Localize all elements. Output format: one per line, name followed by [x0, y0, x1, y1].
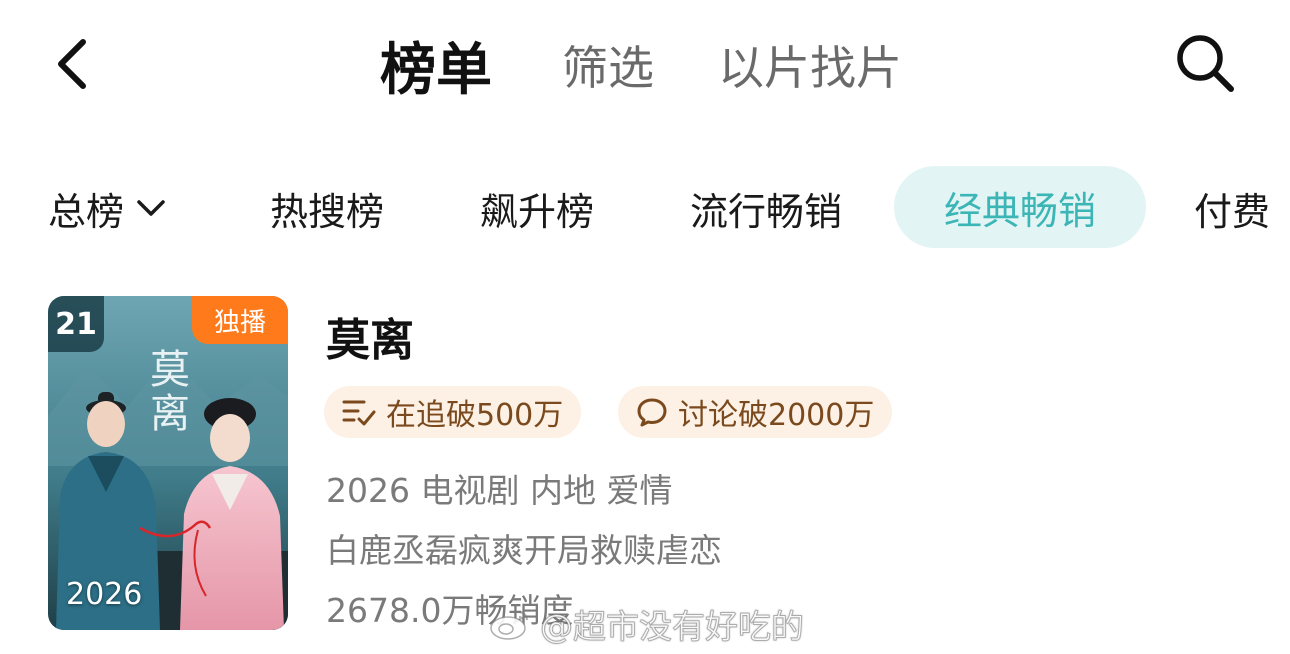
- category-rising[interactable]: 飙升榜: [480, 160, 594, 256]
- tag-label: 讨论破2000万: [678, 398, 875, 433]
- search-icon: [1177, 35, 1234, 92]
- exclusive-badge: 独播: [192, 296, 288, 344]
- category-classic-bestseller[interactable]: 经典畅销: [894, 166, 1146, 248]
- show-poster[interactable]: 莫离 21 独播 2026: [48, 296, 288, 630]
- tag-label: 在追破500万: [386, 398, 564, 433]
- category-label: 总榜: [48, 189, 125, 234]
- category-paid[interactable]: 付费: [1194, 160, 1270, 256]
- tag-discussion: 讨论破2000万: [618, 386, 893, 438]
- watermark-text: @超市没有好吃的: [540, 607, 805, 647]
- watermark: @超市没有好吃的: [488, 602, 805, 647]
- tab-find-by-show[interactable]: 以片找片: [718, 30, 902, 100]
- rank-badge: 21: [48, 296, 104, 352]
- category-popular-bestseller[interactable]: 流行畅销: [690, 160, 842, 256]
- weibo-logo-icon: [488, 606, 532, 642]
- chevron-left-icon: [58, 39, 86, 89]
- show-title[interactable]: 莫离: [326, 304, 414, 368]
- chevron-down-icon: [136, 199, 166, 217]
- back-button[interactable]: [44, 34, 100, 94]
- show-meta: 2026 电视剧 内地 爱情: [326, 471, 673, 510]
- tab-filter[interactable]: 筛选: [562, 30, 654, 100]
- category-overall[interactable]: 总榜: [48, 160, 166, 256]
- tag-following: 在追破500万: [324, 386, 582, 438]
- category-hot-search[interactable]: 热搜榜: [270, 160, 384, 256]
- top-navigation-bar: 榜单 筛选 以片找片: [0, 0, 1290, 130]
- list-check-icon: [342, 397, 376, 427]
- search-button[interactable]: [1172, 30, 1238, 96]
- category-tabs: 总榜 热搜榜 飙升榜 流行畅销 经典畅销 付费: [0, 160, 1290, 256]
- tab-rankings[interactable]: 榜单: [380, 30, 492, 103]
- show-description: 白鹿丞磊疯爽开局救赎虐恋: [326, 531, 722, 570]
- comment-icon: [636, 397, 668, 427]
- poster-year: 2026: [66, 577, 143, 612]
- poster-title-art: 莫离: [143, 348, 189, 436]
